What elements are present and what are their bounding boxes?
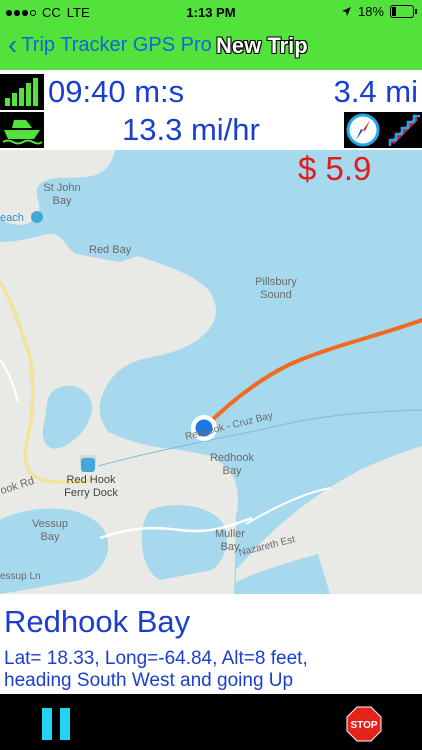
location-coordinates: Lat= 18.33, Long=-64.84, Alt=8 feet, xyxy=(4,648,308,669)
location-panel: Redhook Bay Lat= 18.33, Long=-64.84, Alt… xyxy=(0,594,422,694)
map-label-redhook-bay: Redhook Bay xyxy=(209,452,255,477)
trip-cost: $ 5.9 xyxy=(298,150,372,187)
map-label-vessup-ln: essup Ln xyxy=(0,571,41,582)
speed-value: 13.3 mi/hr xyxy=(122,112,260,147)
map-label-st-john-bay: St John Bay xyxy=(43,182,81,207)
location-name: Redhook Bay xyxy=(4,604,191,639)
stop-icon[interactable]: STOP xyxy=(346,706,382,742)
location-arrow-icon xyxy=(341,7,351,16)
boat-icon[interactable] xyxy=(0,112,44,148)
bottom-toolbar: STOP xyxy=(0,694,422,750)
svg-text:STOP: STOP xyxy=(350,720,377,731)
distance-value: 3.4 mi xyxy=(333,74,418,109)
location-heading: heading South West and going Up xyxy=(4,670,294,691)
back-button[interactable]: ‹ Trip Tracker GPS Pro xyxy=(8,29,212,60)
compass-stairs-box xyxy=(344,112,422,148)
signal-icon xyxy=(0,74,44,110)
trip-info-panel: 09:40 m:s 3.4 mi 13.3 mi/hr xyxy=(0,70,422,150)
battery-icon xyxy=(390,5,417,18)
map-label-vessup-bay: Vessup Bay xyxy=(31,518,69,543)
page-title: New Trip xyxy=(216,33,308,58)
elapsed-time: 09:40 m:s xyxy=(48,74,185,109)
compass-icon[interactable] xyxy=(344,112,382,148)
status-bar: CC LTE 1:13 PM 18% xyxy=(0,0,422,24)
stairs-icon[interactable] xyxy=(384,112,422,148)
map-view[interactable]: St John Bay each Red Bay Pillsbury Sound… xyxy=(0,150,422,594)
map-label-beach: each xyxy=(0,212,24,224)
pause-icon[interactable] xyxy=(42,708,70,740)
map-label-ferry-dock: Red Hook Ferry Dock xyxy=(64,474,118,499)
back-label: Trip Tracker GPS Pro xyxy=(21,33,212,56)
map-label-pillsbury-sound: Pillsbury Sound xyxy=(255,276,297,301)
location-details: Lat= 18.33, Long=-64.84, Alt=8 feet, hea… xyxy=(4,648,308,692)
map-label-red-bay: Red Bay xyxy=(89,244,132,256)
nav-bar: ‹ Trip Tracker GPS Pro New Trip xyxy=(0,24,422,70)
battery-percent: 18% xyxy=(357,4,384,19)
back-chevron-icon: ‹ xyxy=(8,29,18,60)
